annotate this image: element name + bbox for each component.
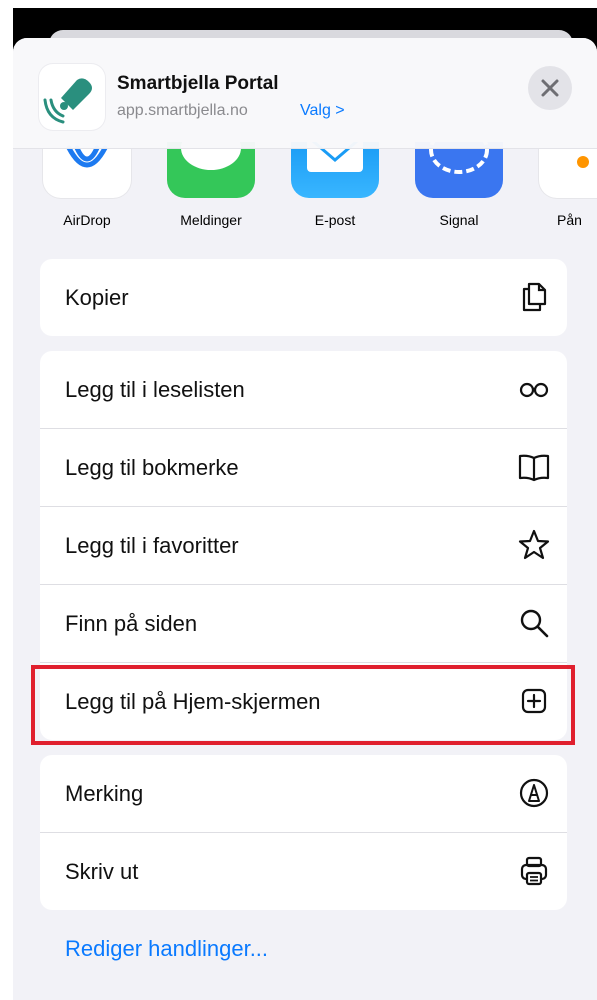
- action-find-on-page[interactable]: Finn på siden: [40, 584, 567, 662]
- share-header: Smartbjella Portal app.smartbjella.no Va…: [13, 38, 597, 149]
- phone-screen: AirDrop Meldinger E-post Signal Pån Smar…: [13, 8, 597, 1000]
- photos-icon: [539, 142, 597, 198]
- messages-icon: [167, 142, 255, 198]
- highlight-box: [31, 665, 575, 745]
- smartbjella-bell-logo: [39, 64, 105, 130]
- search-icon: [520, 609, 549, 638]
- mail-icon: [291, 142, 379, 198]
- app-label: Meldinger: [180, 212, 242, 228]
- glasses-icon: [519, 382, 549, 398]
- action-label: Legg til i leselisten: [65, 377, 245, 402]
- action-label: Skriv ut: [65, 859, 139, 884]
- action-group-copy: Kopier: [40, 259, 567, 336]
- share-sheet: AirDrop Meldinger E-post Signal Pån Smar…: [13, 38, 597, 1000]
- printer-icon: [520, 856, 548, 886]
- action-favorites[interactable]: Legg til i favoritter: [40, 506, 567, 584]
- options-link[interactable]: Valg >: [300, 102, 345, 120]
- book-icon: [518, 454, 550, 482]
- signal-icon: [415, 142, 503, 198]
- app-label: AirDrop: [63, 212, 111, 228]
- close-button[interactable]: [528, 66, 572, 110]
- star-icon: [518, 529, 550, 560]
- airdrop-icon: [43, 142, 131, 198]
- app-label: E-post: [314, 212, 356, 228]
- action-copy[interactable]: Kopier: [40, 259, 567, 336]
- app-label: Signal: [439, 212, 479, 228]
- app-label: Pån: [557, 212, 582, 228]
- action-label: Finn på siden: [65, 611, 198, 636]
- action-print[interactable]: Skriv ut: [40, 832, 567, 910]
- action-reading-list[interactable]: Legg til i leselisten: [40, 351, 567, 428]
- action-markup[interactable]: Merking: [40, 755, 567, 832]
- action-label: Kopier: [65, 285, 129, 310]
- action-bookmark[interactable]: Legg til bokmerke: [40, 428, 567, 506]
- site-url: app.smartbjella.no: [117, 102, 248, 119]
- action-label: Legg til bokmerke: [65, 455, 239, 480]
- copy-icon: [522, 282, 547, 312]
- markup-icon: [519, 778, 549, 808]
- action-label: Merking: [65, 781, 144, 806]
- site-title: Smartbjella Portal: [117, 73, 279, 94]
- action-label: Legg til i favoritter: [65, 533, 239, 558]
- action-group-tools: Merking Skriv ut: [40, 755, 567, 910]
- edit-actions-link[interactable]: Rediger handlinger...: [65, 936, 268, 962]
- close-icon: [541, 79, 559, 97]
